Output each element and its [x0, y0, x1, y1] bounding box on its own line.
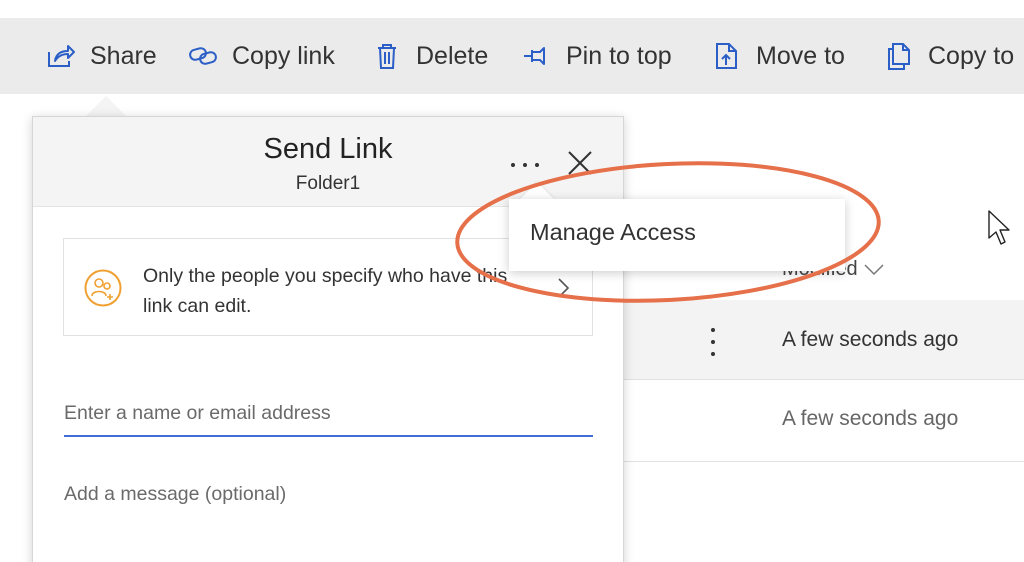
mouse-cursor-icon	[988, 210, 1010, 245]
link-icon	[189, 47, 217, 65]
row-modified-value: A few seconds ago	[782, 407, 959, 430]
pin-to-top-label: Pin to top	[566, 41, 672, 70]
panel-pointer	[86, 96, 126, 116]
share-button[interactable]: Share	[46, 18, 157, 94]
row-modified-value: A few seconds ago	[782, 328, 959, 351]
people-icon	[84, 269, 122, 307]
pin-icon	[524, 47, 545, 65]
delete-label: Delete	[416, 41, 489, 70]
move-to-label: Move to	[756, 41, 845, 70]
command-bar: Share Copy link Delete Pin to top Move t…	[0, 18, 1024, 94]
move-to-button[interactable]: Move to	[712, 18, 845, 94]
email-field[interactable]	[64, 385, 593, 437]
copy-link-label: Copy link	[232, 41, 335, 70]
delete-button[interactable]: Delete	[372, 18, 488, 94]
move-to-icon	[716, 43, 737, 69]
pin-to-top-button[interactable]: Pin to top	[522, 18, 672, 94]
highlight-annotation	[455, 161, 881, 303]
row-more-actions-icon[interactable]	[706, 326, 720, 358]
copy-to-icon	[888, 43, 910, 70]
copy-to-button[interactable]: Copy to	[884, 18, 1014, 94]
message-field[interactable]	[64, 479, 593, 539]
trash-icon	[378, 44, 396, 69]
copy-link-button[interactable]: Copy link	[188, 18, 335, 94]
share-label: Share	[90, 41, 157, 70]
copy-to-label: Copy to	[928, 41, 1015, 70]
share-icon	[48, 45, 75, 67]
